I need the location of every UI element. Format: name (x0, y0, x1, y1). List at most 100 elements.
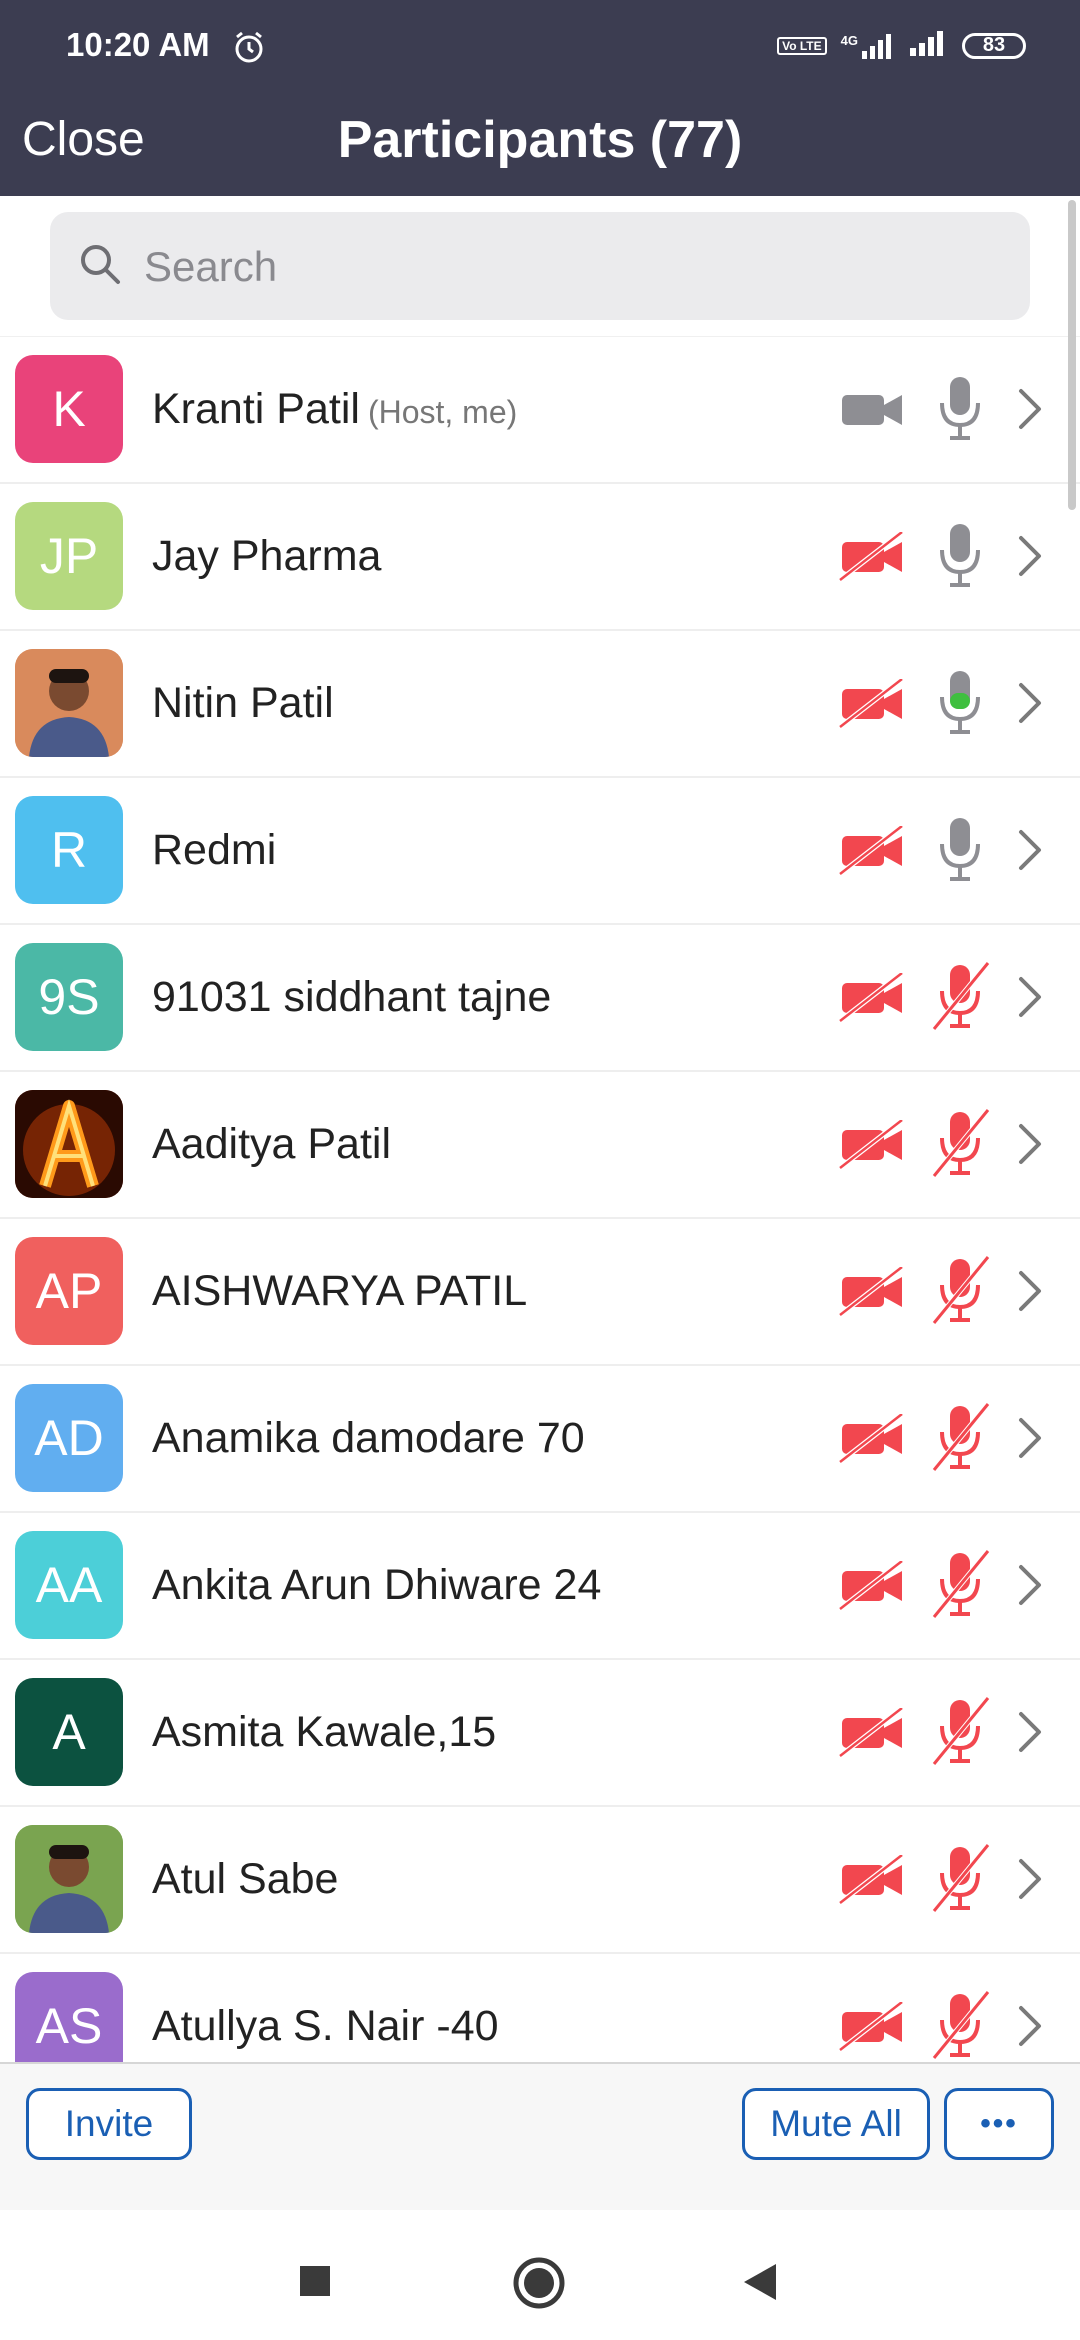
participant-name-text: Atul Sabe (152, 1855, 339, 1903)
participant-name-text: Redmi (152, 826, 277, 874)
battery-icon: 83 (962, 32, 1026, 59)
footer-bar: Invite Mute All ••• (0, 2062, 1080, 2212)
participant-name-text: AISHWARYA PATIL (152, 1267, 528, 1315)
chevron-right-icon[interactable] (1015, 534, 1045, 583)
participant-name-text: Kranti Patil (152, 385, 360, 433)
header: Close Participants (77) (0, 96, 1080, 196)
participant-row[interactable]: R Redmi (0, 778, 1080, 925)
participant-name: Nitin Patil (152, 631, 334, 776)
chevron-right-icon[interactable] (1015, 681, 1045, 730)
chevron-right-icon[interactable] (1015, 1416, 1045, 1465)
avatar: AD (15, 1384, 123, 1492)
chevron-right-icon[interactable] (1015, 1710, 1045, 1759)
more-options-button[interactable]: ••• (944, 2088, 1054, 2160)
search-section (0, 196, 1080, 338)
video-off-icon[interactable] (838, 1412, 908, 1469)
video-off-icon[interactable] (838, 1706, 908, 1763)
video-off-icon[interactable] (838, 2000, 908, 2057)
participant-row[interactable]: AP AISHWARYA PATIL (0, 1219, 1080, 1366)
chevron-right-icon[interactable] (1015, 1269, 1045, 1318)
microphone-icon[interactable] (930, 520, 992, 595)
video-off-icon[interactable] (838, 1853, 908, 1910)
participant-name: Ankita Arun Dhiware 24 (152, 1513, 601, 1658)
participant-name-text: Aaditya Patil (152, 1120, 392, 1168)
mic-muted-icon[interactable] (930, 1990, 992, 2062)
avatar: 9S (15, 943, 123, 1051)
chevron-right-icon[interactable] (1015, 387, 1045, 436)
video-off-icon[interactable] (838, 1118, 908, 1175)
scrollbar[interactable] (1068, 200, 1076, 510)
signal-icon (908, 30, 948, 61)
participant-name-text: 91031 siddhant tajne (152, 973, 552, 1021)
mic-muted-icon[interactable] (930, 1549, 992, 1624)
participant-row[interactable]: JP Jay Pharma (0, 484, 1080, 631)
participant-name: 91031 siddhant tajne (152, 925, 551, 1070)
avatar (15, 1825, 123, 1933)
participant-name-text: Anamika damodare 70 (152, 1414, 585, 1462)
recents-icon[interactable] (298, 2264, 332, 2303)
invite-button[interactable]: Invite (26, 2088, 192, 2160)
video-off-icon[interactable] (838, 1559, 908, 1616)
video-off-icon[interactable] (838, 530, 908, 587)
video-off-icon[interactable] (838, 824, 908, 881)
avatar: A (15, 1678, 123, 1786)
status-time: 10:20 AM (66, 26, 210, 63)
home-icon[interactable] (512, 2256, 566, 2315)
avatar: AP (15, 1237, 123, 1345)
mic-muted-icon[interactable] (930, 1696, 992, 1771)
back-icon[interactable] (740, 2262, 778, 2307)
participant-name-text: Atullya S. Nair -40 (152, 2002, 499, 2050)
alarm-icon (232, 30, 266, 69)
participant-name: Atul Sabe (152, 1807, 338, 1952)
participant-name: AISHWARYA PATIL (152, 1219, 527, 1364)
participant-name-text: Ankita Arun Dhiware 24 (152, 1561, 602, 1609)
video-off-icon[interactable] (838, 1265, 908, 1322)
volte-icon: Vo LTE (777, 36, 827, 55)
participant-name-text: Jay Pharma (152, 532, 382, 580)
video-off-icon[interactable] (838, 677, 908, 734)
mic-muted-icon[interactable] (930, 1402, 992, 1477)
chevron-right-icon[interactable] (1015, 2004, 1045, 2053)
participant-name: Redmi (152, 778, 276, 923)
participant-row[interactable]: A Asmita Kawale,15 (0, 1660, 1080, 1807)
avatar: AS (15, 1972, 123, 2062)
video-off-icon[interactable] (838, 971, 908, 1028)
chevron-right-icon[interactable] (1015, 828, 1045, 877)
mute-all-button[interactable]: Mute All (742, 2088, 930, 2160)
video-camera-icon[interactable] (838, 385, 908, 440)
avatar (15, 1090, 123, 1198)
participant-row[interactable]: AD Anamika damodare 70 (0, 1366, 1080, 1513)
chevron-right-icon[interactable] (1015, 1122, 1045, 1171)
system-navigation-bar (0, 2210, 1080, 2340)
participant-row[interactable]: Nitin Patil (0, 631, 1080, 778)
participant-row[interactable]: Atul Sabe (0, 1807, 1080, 1954)
mic-muted-icon[interactable] (930, 1108, 992, 1183)
participant-name-text: Asmita Kawale,15 (152, 1708, 497, 1756)
status-bar: 10:20 AM Vo LTE 4G 83 (0, 0, 1080, 96)
chevron-right-icon[interactable] (1015, 1563, 1045, 1612)
avatar: R (15, 796, 123, 904)
mic-muted-icon[interactable] (930, 1843, 992, 1918)
search-input[interactable] (142, 212, 1006, 322)
participant-name: Anamika damodare 70 (152, 1366, 585, 1511)
microphone-icon[interactable] (930, 814, 992, 889)
search-box[interactable] (50, 212, 1030, 322)
participant-row[interactable]: K Kranti Patil (Host, me) (0, 337, 1080, 484)
search-icon (78, 242, 122, 291)
avatar: JP (15, 502, 123, 610)
participant-name: Asmita Kawale,15 (152, 1660, 496, 1805)
participant-row[interactable]: 9S 91031 siddhant tajne (0, 925, 1080, 1072)
participant-row[interactable]: AA Ankita Arun Dhiware 24 (0, 1513, 1080, 1660)
mic-speaking-icon[interactable] (930, 667, 992, 742)
participant-row[interactable]: AS Atullya S. Nair -40 (0, 1954, 1080, 2062)
participant-name: Kranti Patil (Host, me) (152, 337, 517, 482)
mic-muted-icon[interactable] (930, 1255, 992, 1330)
mic-muted-icon[interactable] (930, 961, 992, 1036)
participant-row[interactable]: Aaditya Patil (0, 1072, 1080, 1219)
chevron-right-icon[interactable] (1015, 1857, 1045, 1906)
participant-name: Aaditya Patil (152, 1072, 391, 1217)
participant-list[interactable]: K Kranti Patil (Host, me) JP Jay Pharma Nitin… (0, 337, 1080, 2062)
avatar: AA (15, 1531, 123, 1639)
chevron-right-icon[interactable] (1015, 975, 1045, 1024)
microphone-icon[interactable] (930, 373, 992, 448)
